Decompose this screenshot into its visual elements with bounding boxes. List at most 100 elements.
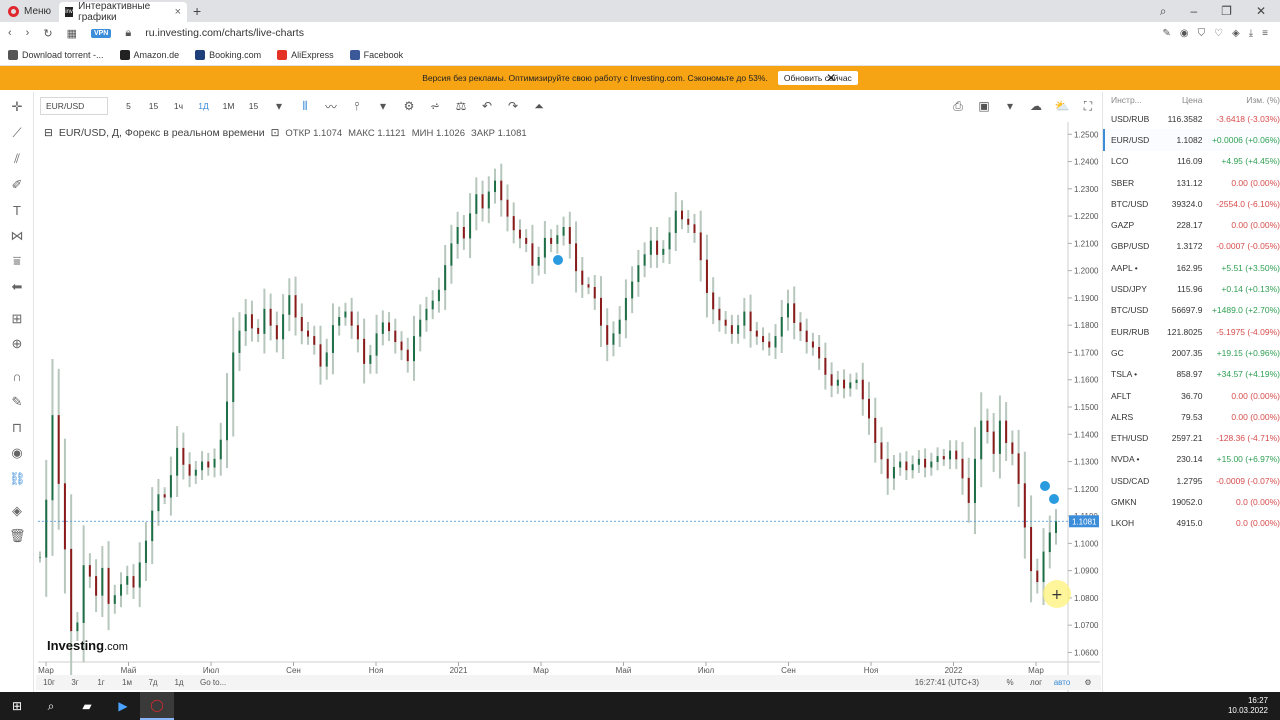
legend-settings-icon[interactable]: ⊡ <box>271 127 280 139</box>
measure-icon[interactable]: ⊞ <box>9 311 25 327</box>
zoom-icon[interactable]: ⊕ <box>9 336 25 352</box>
watchlist-row[interactable]: GC 2007.35 +19.15 (+0.96%) <box>1103 342 1280 363</box>
game-app-icon[interactable]: ▰ <box>68 692 106 720</box>
symbol-search-input[interactable]: EUR/USD <box>40 97 108 115</box>
watchlist-row[interactable]: EUR/RUB 121.8025 -5.1975 (-4.09%) <box>1103 321 1280 342</box>
bookmark-booking[interactable]: Booking.com <box>195 49 261 60</box>
fullscreen-icon[interactable]: ⛶ <box>1075 99 1101 114</box>
watchlist-row[interactable]: USD/RUB 116.3582 -3.6418 (-3.03%) <box>1103 108 1280 129</box>
range-1y[interactable]: 1г <box>88 678 114 687</box>
windows-start-icon[interactable]: ⊞ <box>0 692 34 720</box>
watchlist-row[interactable]: AAPL • 162.95 +5.51 (+3.50%) <box>1103 257 1280 278</box>
bookmark-download-torrent[interactable]: Download torrent -... <box>8 49 104 60</box>
download-icon[interactable]: ⤓ <box>1249 28 1253 39</box>
collapse-legend-icon[interactable]: ⊟ <box>44 127 53 139</box>
trash-icon[interactable]: 🗑︎ <box>9 528 26 544</box>
watchlist-row[interactable]: GAZP 228.17 0.00 (0.00%) <box>1103 214 1280 235</box>
chart-canvas[interactable]: 1.2500 1.2400 1.2300 1.2200 1.2100 1.2000 1.19… <box>38 122 1100 692</box>
bookmark-icon[interactable]: ♡ <box>1214 28 1223 39</box>
link-icon[interactable]: ⛓ <box>9 471 26 487</box>
watchlist-row[interactable]: GBP/USD 1.3172 -0.0007 (-0.05%) <box>1103 236 1280 257</box>
watchlist-row[interactable]: BTC/USD 56697.9 +1489.0 (+2.70%) <box>1103 300 1280 321</box>
vpn-badge[interactable]: VPN <box>90 28 112 38</box>
watchlist-row[interactable]: ALRS 79.53 0.00 (0.00%) <box>1103 406 1280 427</box>
price-chart[interactable]: 1.2500 1.2400 1.2300 1.2200 1.2100 1.2000 1.19… <box>38 122 1100 692</box>
crosshair-icon[interactable]: ✛ <box>9 99 25 115</box>
range-3y[interactable]: 3г <box>62 678 88 687</box>
range-10y[interactable]: 10г <box>36 678 62 687</box>
bottom-settings-icon[interactable]: ⚙ <box>1075 678 1101 687</box>
range-1m[interactable]: 1м <box>114 678 140 687</box>
redo-icon[interactable]: ↷ <box>500 99 526 113</box>
auto-scale-toggle[interactable]: авто <box>1049 678 1075 687</box>
settings-gear-icon[interactable]: ⚙ <box>396 99 422 113</box>
indicators-dropdown-icon[interactable]: ▾ <box>370 99 396 113</box>
range-1d[interactable]: 1д <box>166 678 192 687</box>
watchlist-row[interactable]: LCO 116.09 +4.95 (+4.45%) <box>1103 151 1280 172</box>
timeframe-1h[interactable]: 1ч <box>166 98 191 114</box>
tab-investing[interactable]: inv Интерактивные графики × <box>59 1 188 23</box>
snapshot-camera-icon[interactable]: ⎙ <box>945 99 971 114</box>
layers-icon[interactable]: ◈ <box>9 503 25 519</box>
eye-icon[interactable]: ◉ <box>9 445 25 461</box>
magnet-icon[interactable]: ∩ <box>9 369 25 385</box>
alert-icon[interactable]: ⏶ <box>526 99 552 114</box>
reload-icon[interactable]: ↻ <box>43 27 52 40</box>
timeframe-dropdown-icon[interactable]: ▾ <box>266 99 292 113</box>
restore-icon[interactable]: ❐ <box>1221 4 1232 19</box>
timeframe-1d[interactable]: 1Д <box>191 98 216 114</box>
channel-icon[interactable]: ⫽ <box>9 151 25 167</box>
pattern-icon[interactable]: ⋈ <box>9 228 25 244</box>
timeframe-5[interactable]: 5 <box>116 98 141 114</box>
opera-menu-button[interactable]: Меню <box>0 0 59 22</box>
compare-icon[interactable]: ⩫ <box>422 99 448 113</box>
close-window-icon[interactable]: ✕ <box>1256 4 1266 19</box>
speed-dial-icon[interactable]: ▦ <box>67 27 77 40</box>
trend-line-icon[interactable]: ⟋ <box>9 125 25 141</box>
close-promo-icon[interactable]: ✕ <box>826 71 836 85</box>
bookmark-amazon[interactable]: Amazon.de <box>119 49 179 60</box>
timeframe-1m[interactable]: 1М <box>216 98 241 114</box>
minimize-icon[interactable]: – <box>1190 4 1197 19</box>
watchlist-row[interactable]: USD/CAD 1.2795 -0.0009 (-0.07%) <box>1103 470 1280 491</box>
cloud-load-icon[interactable]: ☁ <box>1023 99 1049 113</box>
header-change[interactable]: Изм. (%) <box>1202 95 1280 105</box>
percent-scale-toggle[interactable]: % <box>997 678 1023 687</box>
forward-icon[interactable]: › <box>26 27 30 39</box>
layout-icon[interactable]: ▣ <box>971 99 997 113</box>
header-instrument[interactable]: Инстр... <box>1111 95 1161 105</box>
watchlist-row[interactable]: EUR/USD 1.1082 +0.0006 (+0.06%) <box>1103 129 1280 151</box>
url-field[interactable]: ru.investing.com/charts/live-charts <box>145 27 304 39</box>
header-price[interactable]: Цена <box>1161 95 1202 105</box>
opera-taskbar-icon[interactable]: ◯ <box>140 692 174 720</box>
indicators-icon[interactable]: ⫯ <box>344 99 370 114</box>
watchlist-row[interactable]: GMKN 19052.0 0.0 (0.00%) <box>1103 491 1280 512</box>
bookmark-facebook[interactable]: Facebook <box>349 49 403 60</box>
cloud-save-icon[interactable]: ⛅ <box>1049 99 1075 113</box>
layout-dropdown-icon[interactable]: ▾ <box>997 99 1023 113</box>
undo-icon[interactable]: ↶ <box>474 99 500 113</box>
goto-button[interactable]: Go to... <box>192 678 226 687</box>
chart-type-icon[interactable]: 〰 <box>318 98 344 115</box>
watchlist-row[interactable]: NVDA • 230.14 +15.00 (+6.97%) <box>1103 449 1280 470</box>
watchlist-row[interactable]: BTC/USD 39324.0 -2554.0 (-6.10%) <box>1103 193 1280 214</box>
new-tab-button[interactable]: + <box>187 3 207 19</box>
close-tab-icon[interactable]: × <box>175 6 181 18</box>
log-scale-toggle[interactable]: лог <box>1023 678 1049 687</box>
fib-icon[interactable]: ⩸ <box>9 253 25 269</box>
watchlist-row[interactable]: TSLA • 858.97 +34.57 (+4.19%) <box>1103 364 1280 385</box>
timeframe-15[interactable]: 15 <box>141 98 166 114</box>
watchlist-row[interactable]: ETH/USD 2597.21 -128.36 (-4.71%) <box>1103 427 1280 448</box>
upgrade-button[interactable]: Обновить сейчас <box>777 71 858 85</box>
text-icon[interactable]: T <box>9 203 25 219</box>
timeframe-custom[interactable]: 15 <box>241 98 266 114</box>
pencil-lock-icon[interactable]: ✎ <box>9 394 25 410</box>
watchlist-row[interactable]: AFLT 36.70 0.00 (0.00%) <box>1103 385 1280 406</box>
templates-icon[interactable]: ⚖ <box>448 99 474 113</box>
edit-icon[interactable]: ✎ <box>1162 28 1170 39</box>
back-icon[interactable]: ‹ <box>8 27 12 39</box>
search-icon[interactable]: ⌕ <box>1160 4 1167 19</box>
lock-icon[interactable]: ⊓ <box>9 420 25 436</box>
range-7d[interactable]: 7д <box>140 678 166 687</box>
search-icon[interactable]: ⌕ <box>34 692 68 720</box>
